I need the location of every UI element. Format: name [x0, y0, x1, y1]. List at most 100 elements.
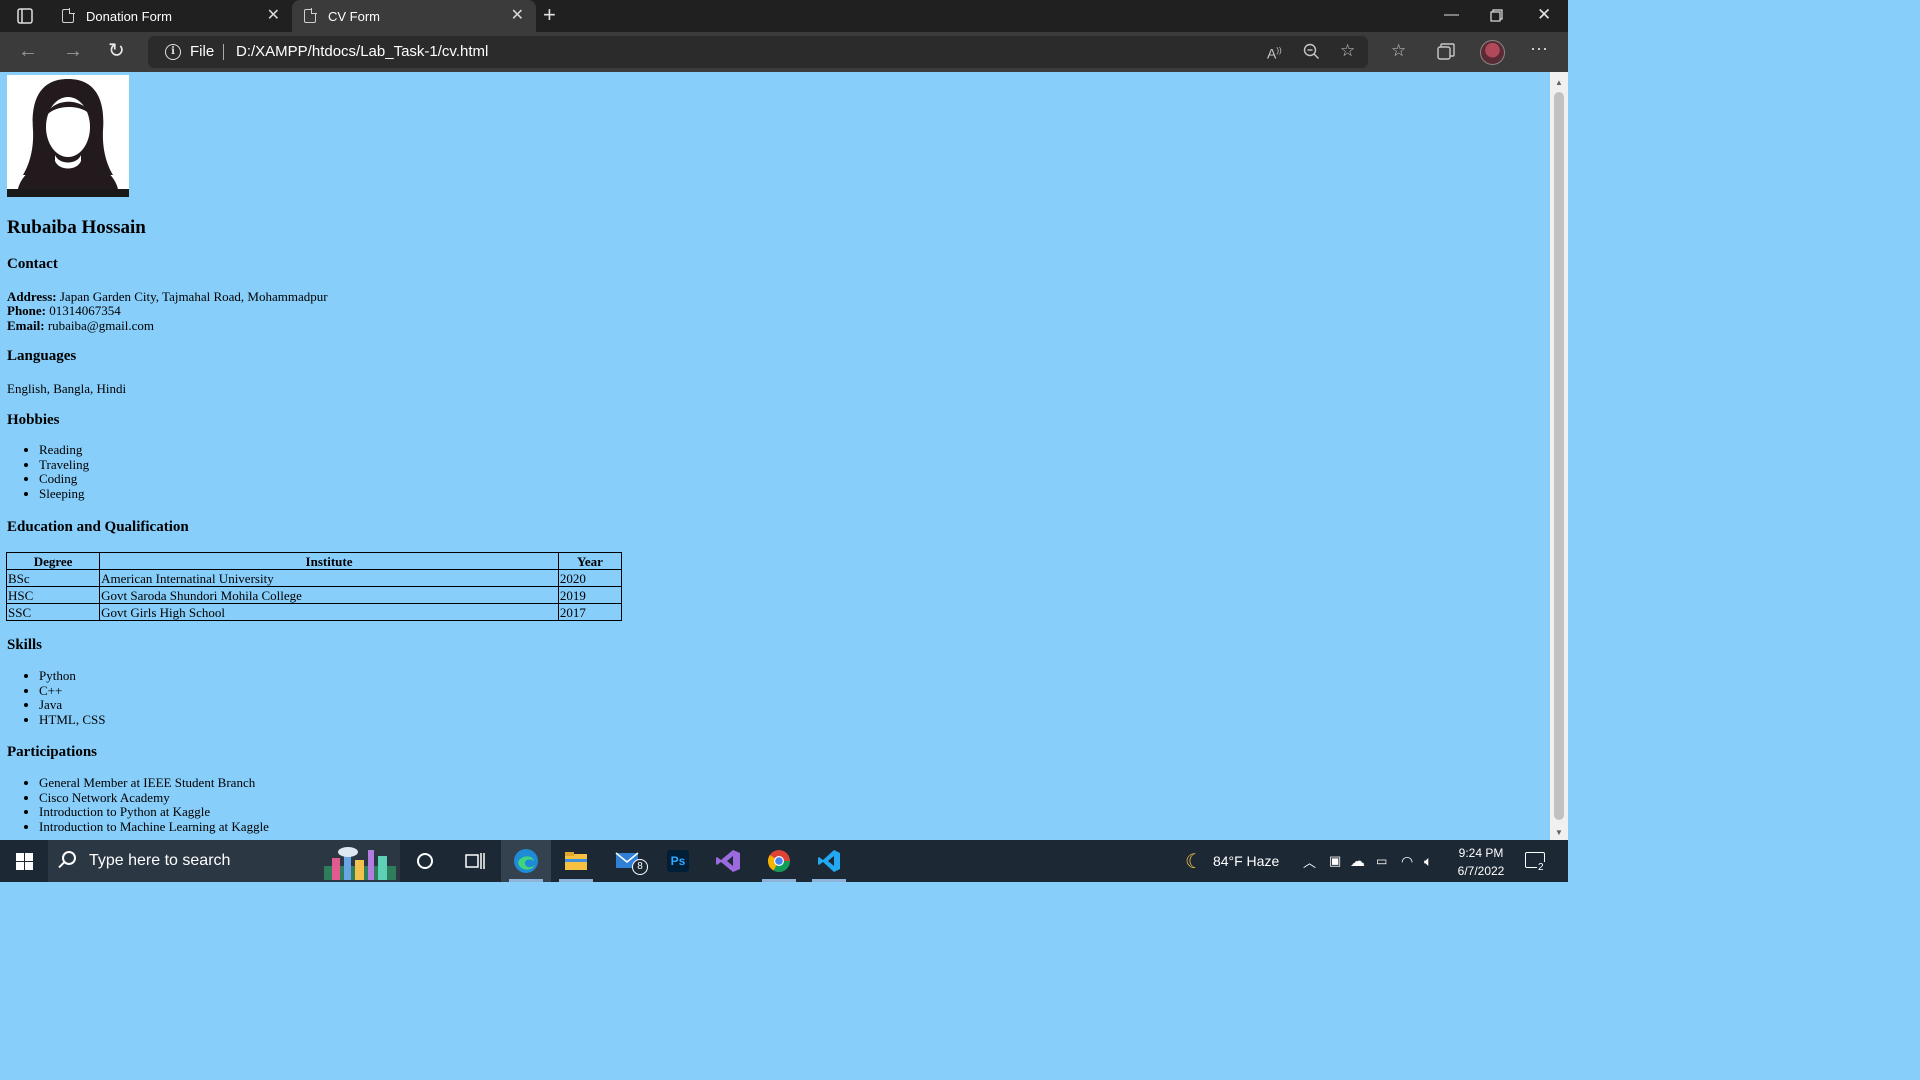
zoom-out-icon[interactable] [1303, 43, 1320, 60]
url-text[interactable]: D:/XAMPP/htdocs/Lab_Task-1/cv.html [236, 43, 488, 60]
participations-list: General Member at IEEE Student Branch Ci… [39, 775, 269, 835]
languages-heading: Languages [7, 348, 77, 364]
wifi-icon[interactable]: ◠ [1401, 840, 1413, 882]
table-cell: 2017 [557, 603, 623, 621]
person-name: Rubaiba Hossain [7, 217, 146, 238]
battery-icon[interactable]: ▭ [1376, 840, 1387, 882]
tab-donation-form[interactable]: Donation Form ✕ [48, 0, 292, 32]
visual-studio-icon[interactable] [703, 840, 753, 882]
address-line: Address: Japan Garden City, Tajmahal Roa… [7, 289, 328, 304]
email-line: Email: rubaiba@gmail.com [7, 318, 154, 333]
mail-icon[interactable]: 8 [603, 840, 653, 882]
contact-heading: Contact [7, 256, 58, 272]
moon-cloud-icon: ☾ [1185, 850, 1203, 873]
notification-count: 2 [1537, 862, 1545, 873]
minimize-icon[interactable]: — [1444, 6, 1459, 23]
table-row: SSC Govt Girls High School 2017 [5, 603, 623, 621]
file-explorer-icon[interactable] [551, 840, 601, 882]
tab-actions-icon[interactable] [12, 7, 38, 25]
meet-now-icon[interactable]: ▣ [1329, 840, 1341, 882]
list-item: C++ [39, 683, 105, 699]
close-tab-icon[interactable]: ✕ [511, 8, 524, 24]
clock[interactable]: 9:24 PM 6/7/2022 [1446, 844, 1516, 880]
more-options-icon[interactable]: ··· [1530, 38, 1548, 58]
mail-badge: 8 [632, 859, 648, 875]
hobbies-heading: Hobbies [7, 412, 60, 428]
phone-line: Phone: 01314067354 [7, 303, 121, 318]
new-tab-icon[interactable]: + [543, 4, 556, 26]
list-item: Python [39, 668, 105, 684]
close-tab-icon[interactable]: ✕ [267, 8, 280, 24]
photo-watermark-strip [7, 189, 129, 197]
table-cell: HSC [5, 586, 101, 604]
column-header: Year [557, 552, 623, 570]
list-item: Introduction to Python at Kaggle [39, 805, 269, 820]
scroll-up-icon[interactable]: ▲ [1555, 78, 1563, 87]
scroll-down-icon[interactable]: ▼ [1555, 828, 1563, 837]
chrome-icon[interactable] [754, 840, 804, 882]
windows-start-icon[interactable] [16, 853, 33, 870]
table-cell: 2020 [557, 569, 623, 587]
person-silhouette-icon [17, 79, 119, 197]
edge-browser-icon[interactable] [501, 840, 551, 882]
languages-text: English, Bangla, Hindi [7, 381, 127, 396]
cv-page: Rubaiba Hossain Contact Address: Japan G… [0, 72, 1550, 840]
info-icon[interactable]: i [165, 44, 181, 60]
search-placeholder: Type here to search [89, 852, 231, 869]
column-header: Degree [5, 552, 101, 570]
vscode-icon[interactable] [804, 840, 854, 882]
list-item: HTML, CSS [39, 712, 105, 728]
favorites-icon[interactable]: ☆ [1391, 41, 1406, 61]
vertical-scrollbar[interactable]: ▲ ▼ [1550, 72, 1568, 840]
scrollbar-thumb[interactable] [1554, 92, 1564, 820]
show-hidden-icons-chevron-icon[interactable]: ︿ [1303, 840, 1316, 882]
table-row: BSc American Internatinal University 202… [5, 569, 623, 587]
task-view-icon[interactable] [450, 840, 500, 882]
photoshop-icon[interactable]: Ps [653, 840, 703, 882]
education-heading: Education and Qualification [7, 519, 189, 535]
restore-icon[interactable] [1490, 9, 1503, 22]
profile-avatar[interactable] [1480, 40, 1505, 65]
page-icon [304, 8, 317, 23]
table-cell: American Internatinal University [99, 569, 559, 587]
address-bar[interactable]: i File D:/XAMPP/htdocs/Lab_Task-1/cv.htm… [148, 36, 1368, 68]
tab-cv-form[interactable]: CV Form ✕ [292, 0, 536, 32]
table-cell: SSC [5, 603, 101, 621]
refresh-icon[interactable]: ↻ [108, 41, 125, 61]
list-item: Introduction to Machine Learning at Kagg… [39, 819, 269, 835]
onedrive-cloud-icon[interactable]: ☁ [1350, 840, 1365, 882]
column-header: Institute [99, 552, 559, 570]
skills-heading: Skills [7, 637, 43, 653]
browser-toolbar: ← → ↻ i File D:/XAMPP/htdocs/Lab_Task-1/… [0, 32, 1568, 72]
list-item: Traveling [39, 457, 89, 473]
phone-value: 01314067354 [49, 303, 121, 318]
clock-time: 9:24 PM [1458, 846, 1504, 860]
forward-icon[interactable]: → [63, 41, 83, 61]
add-favorite-icon[interactable]: ☆ [1340, 41, 1355, 61]
table-cell: Govt Girls High School [99, 603, 559, 621]
skills-list: Python C++ Java HTML, CSS [39, 668, 105, 728]
list-item: Java [39, 698, 105, 713]
cortana-icon[interactable] [400, 840, 450, 882]
profile-photo [7, 75, 129, 197]
taskbar: Type here to search 8 Ps ☾ 84°F Haze ︿ ▣… [0, 840, 1568, 882]
tab-bar: Donation Form ✕ CV Form ✕ + — ✕ [0, 0, 1568, 32]
table-cell: 2019 [557, 586, 623, 604]
list-item: Coding [39, 472, 89, 487]
tab-title: CV Form [328, 8, 380, 24]
read-aloud-icon[interactable]: A)) [1267, 41, 1282, 64]
weather-text: 84°F Haze [1212, 853, 1280, 869]
page-icon [62, 8, 75, 23]
scheme-label: File [190, 43, 215, 60]
search-icon [62, 851, 76, 865]
volume-icon[interactable]: 🔈︎ [1424, 840, 1432, 882]
collections-icon[interactable] [1437, 43, 1455, 60]
taskbar-search[interactable]: Type here to search [48, 840, 400, 882]
list-item: Reading [39, 442, 89, 458]
hobbies-list: Reading Traveling Coding Sleeping [39, 442, 89, 502]
close-window-icon[interactable]: ✕ [1537, 5, 1551, 25]
back-icon[interactable]: ← [18, 41, 38, 61]
table-header-row: Degree Institute Year [5, 552, 623, 570]
education-table: Degree Institute Year BSc American Inter… [5, 552, 623, 621]
weather-widget[interactable]: ☾ 84°F Haze [1185, 840, 1279, 882]
